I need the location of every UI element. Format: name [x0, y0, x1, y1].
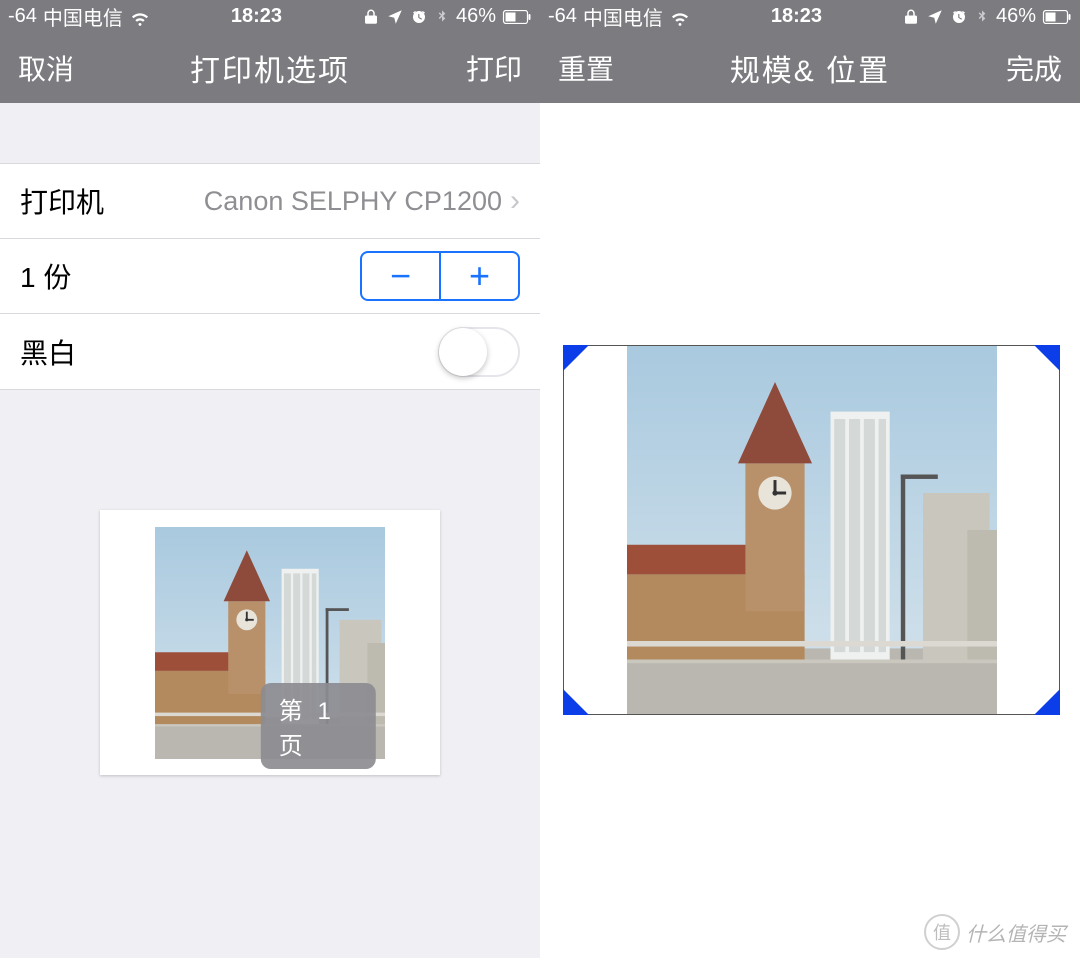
crop-handle-tr[interactable]: [1034, 345, 1060, 371]
battery-percent: 46%: [456, 5, 496, 28]
copies-label: 1 份: [20, 256, 71, 296]
watermark: 值 什么值得买: [924, 914, 1066, 950]
bw-row: 黑白: [0, 314, 540, 389]
wifi-icon: [129, 6, 151, 28]
bluetooth-icon: [974, 9, 990, 25]
watermark-text: 什么值得买: [966, 918, 1066, 947]
alarm-icon: [950, 8, 968, 26]
printer-value: Canon SELPHY CP1200: [104, 186, 510, 217]
location-icon: [926, 8, 944, 26]
nav-bar: 重置 规模& 位置 完成: [540, 33, 1080, 103]
nav-title: 规模& 位置: [618, 46, 1002, 90]
cancel-button[interactable]: 取消: [18, 48, 78, 88]
crop-handle-bl[interactable]: [563, 689, 589, 715]
alarm-icon: [410, 8, 428, 26]
page-badge: 第 1 页: [261, 683, 376, 769]
bw-label: 黑白: [20, 332, 76, 372]
battery-percent: 46%: [996, 5, 1036, 28]
print-button[interactable]: 打印: [462, 48, 522, 88]
copies-row: 1 份 − +: [0, 239, 540, 314]
printer-row[interactable]: 打印机 Canon SELPHY CP1200 ›: [0, 164, 540, 239]
stepper-plus-button[interactable]: +: [440, 251, 520, 301]
status-time: 18:23: [697, 5, 896, 28]
chevron-right-icon: ›: [510, 184, 520, 218]
left-screen: -64 中国电信 18:23 46% 取消 打印机选项 打印 打印机 Canon…: [0, 0, 540, 958]
carrier-name: 中国电信: [583, 2, 663, 31]
signal-strength: -64: [8, 5, 37, 28]
bw-toggle[interactable]: [438, 327, 520, 377]
done-button[interactable]: 完成: [1002, 48, 1062, 88]
location-icon: [386, 8, 404, 26]
preview-photo: 第 1 页: [155, 527, 385, 759]
battery-icon: [1042, 10, 1072, 24]
printer-label: 打印机: [20, 181, 104, 221]
carrier-name: 中国电信: [43, 2, 123, 31]
status-bar: -64 中国电信 18:23 46%: [0, 0, 540, 33]
print-preview[interactable]: 第 1 页: [100, 510, 440, 775]
watermark-badge: 值: [924, 914, 960, 950]
crop-frame[interactable]: [563, 345, 1060, 715]
signal-strength: -64: [548, 5, 577, 28]
status-time: 18:23: [157, 5, 356, 28]
bluetooth-icon: [434, 9, 450, 25]
status-bar: -64 中国电信 18:23 46%: [540, 0, 1080, 33]
settings-group: 打印机 Canon SELPHY CP1200 › 1 份 − + 黑白: [0, 163, 540, 390]
copies-stepper: − +: [360, 251, 520, 301]
crop-handle-tl[interactable]: [563, 345, 589, 371]
lock-icon: [362, 8, 380, 26]
wifi-icon: [669, 6, 691, 28]
battery-icon: [502, 10, 532, 24]
lock-icon: [902, 8, 920, 26]
stepper-minus-button[interactable]: −: [360, 251, 440, 301]
crop-handle-br[interactable]: [1034, 689, 1060, 715]
nav-bar: 取消 打印机选项 打印: [0, 33, 540, 103]
reset-button[interactable]: 重置: [558, 48, 618, 88]
nav-title: 打印机选项: [78, 46, 462, 90]
crop-photo[interactable]: [627, 346, 997, 714]
right-screen: -64 中国电信 18:23 46% 重置 规模& 位置 完成 值 什么值得买: [540, 0, 1080, 958]
